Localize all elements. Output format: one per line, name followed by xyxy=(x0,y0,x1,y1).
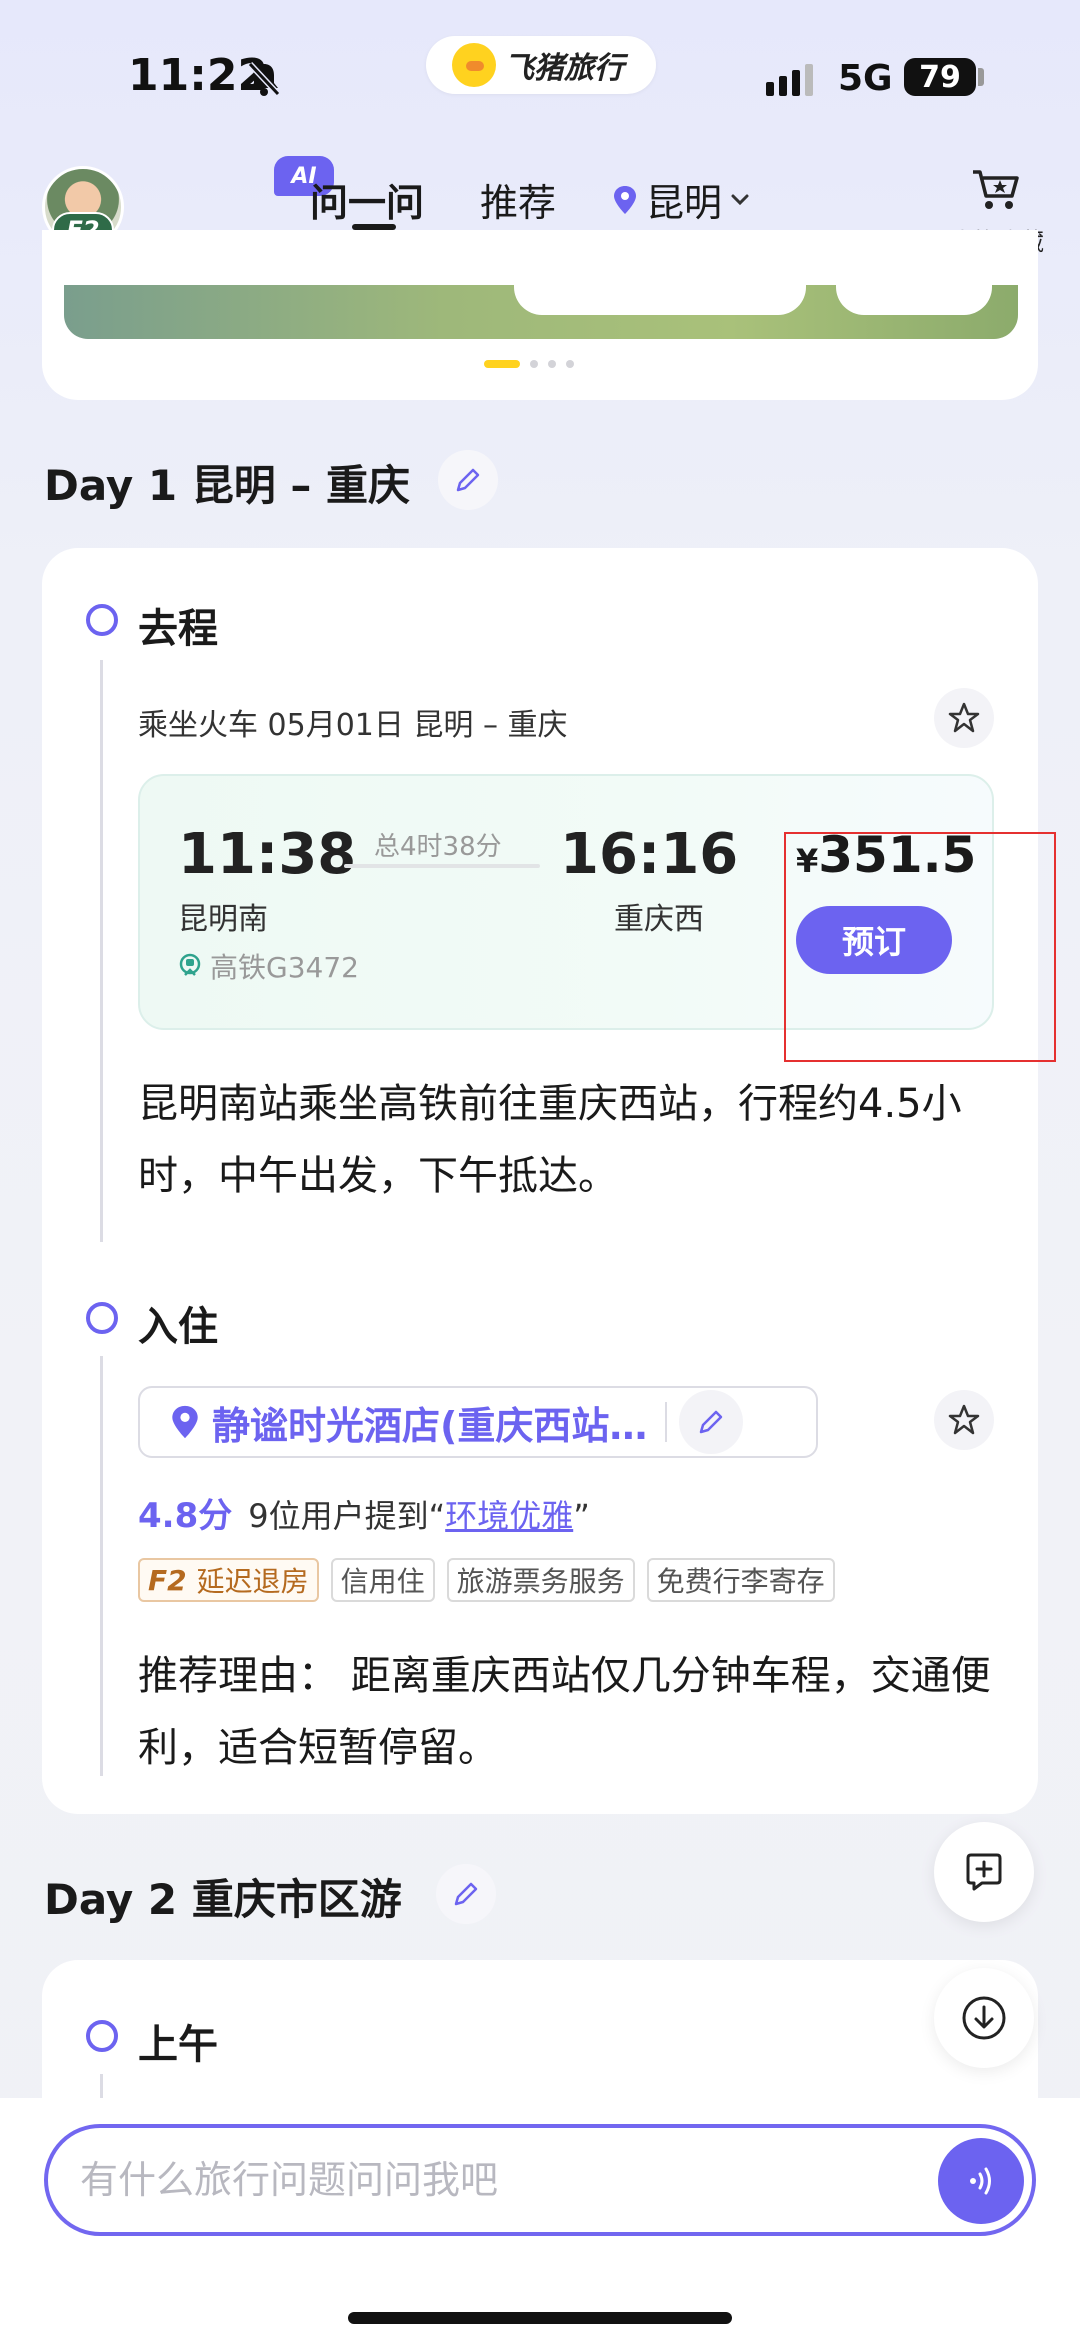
edit-day-1-button[interactable] xyxy=(438,450,498,510)
section-title-outbound: 去程 xyxy=(138,606,218,652)
add-note-button[interactable] xyxy=(934,1822,1034,1922)
pig-logo-icon xyxy=(452,43,496,87)
network-type: 5G xyxy=(838,58,893,99)
arrive-station: 重庆西 xyxy=(614,902,704,937)
timeline-line xyxy=(100,660,103,1242)
signal-icon xyxy=(766,64,813,96)
trip-description: 昆明南站乘坐高铁前往重庆西站，行程约4.5小时，中午出发，下午抵达。 xyxy=(138,1081,962,1199)
cart-favorites-icon[interactable] xyxy=(970,166,1022,212)
hotel-tag: 信用住 xyxy=(330,1558,435,1602)
tab-ask[interactable]: 问一问 xyxy=(310,172,424,227)
battery-icon: 79 xyxy=(904,58,976,96)
hotel-tag: 免费行李寄存 xyxy=(646,1558,835,1602)
chat-input-box[interactable] xyxy=(44,2124,1036,2236)
location-pin-icon xyxy=(614,185,636,214)
section-dot xyxy=(86,1302,118,1334)
depart-time: 11:38 xyxy=(178,822,357,887)
section-title-morning: 上午 xyxy=(138,2022,218,2068)
hotel-selector[interactable]: 静谧时光酒店(重庆西站… xyxy=(138,1386,818,1458)
section-dot xyxy=(86,604,118,636)
star-icon xyxy=(948,1404,980,1435)
train-icon xyxy=(179,953,201,976)
battery-cap xyxy=(978,68,984,86)
timeline-line xyxy=(100,1356,103,1776)
pencil-icon xyxy=(700,1410,723,1434)
bell-muted-icon xyxy=(247,61,281,97)
pencil-icon xyxy=(454,1882,478,1906)
duration-line xyxy=(344,864,540,868)
day-1-title: Day 1 昆明 – 重庆 xyxy=(44,461,411,510)
hotel-name: 静谧时光酒店(重庆西站… xyxy=(212,1403,648,1448)
hotel-tags: F2 延迟退房 信用住 旅游票务服务 免费行李寄存 xyxy=(138,1558,835,1602)
app-name: 飞猪旅行 xyxy=(504,51,624,86)
location-label: 昆明 xyxy=(646,181,723,225)
carousel-indicator xyxy=(484,360,574,368)
chat-input[interactable] xyxy=(80,2158,900,2202)
review-keyword-link[interactable]: 环境优雅 xyxy=(445,1497,573,1535)
highlight-box xyxy=(784,832,1056,1062)
depart-station: 昆明南 xyxy=(178,902,268,937)
chevron-down-icon xyxy=(731,194,749,205)
edit-hotel-button[interactable] xyxy=(679,1390,744,1454)
voice-wave-icon xyxy=(970,2167,991,2195)
section-title-checkin: 入住 xyxy=(138,1304,218,1350)
trip-duration: 总4时38分 xyxy=(374,832,502,862)
download-icon xyxy=(962,1996,1006,2040)
location-selector[interactable]: 昆明 xyxy=(612,172,750,227)
favorite-trip-button[interactable] xyxy=(934,688,994,748)
location-pin-icon xyxy=(172,1405,198,1439)
app-pill[interactable]: 飞猪旅行 xyxy=(426,36,656,94)
banner-button[interactable] xyxy=(514,275,806,315)
banner-button-secondary[interactable] xyxy=(836,275,992,315)
add-message-icon xyxy=(966,1853,1002,1891)
favorite-hotel-button[interactable] xyxy=(934,1390,994,1450)
voice-button[interactable] xyxy=(938,2138,1024,2224)
trip-summary: 乘坐火车 05月01日 昆明 – 重庆 xyxy=(138,708,568,743)
train-number: 高铁G3472 xyxy=(178,946,359,986)
pencil-icon xyxy=(456,468,480,492)
hotel-tag: 旅游票务服务 xyxy=(446,1558,635,1602)
download-button[interactable] xyxy=(934,1968,1034,2068)
edit-day-2-button[interactable] xyxy=(436,1864,496,1924)
star-icon xyxy=(948,702,980,733)
hotel-tag: F2 延迟退房 xyxy=(138,1558,319,1602)
hotel-rating: 4.8分 9位用户提到“环境优雅” xyxy=(138,1496,590,1536)
section-dot xyxy=(86,2020,118,2052)
home-indicator xyxy=(348,2312,732,2324)
divider xyxy=(665,1402,668,1442)
hotel-score: 4.8分 xyxy=(138,1496,233,1536)
arrive-time: 16:16 xyxy=(560,822,739,887)
tab-recommend[interactable]: 推荐 xyxy=(480,172,556,227)
day-2-title: Day 2 重庆市区游 xyxy=(44,1875,402,1924)
hotel-recommend-reason: 推荐理由： 距离重庆西站仅几分钟车程，交通便利，适合短暂停留。 xyxy=(138,1653,991,1771)
